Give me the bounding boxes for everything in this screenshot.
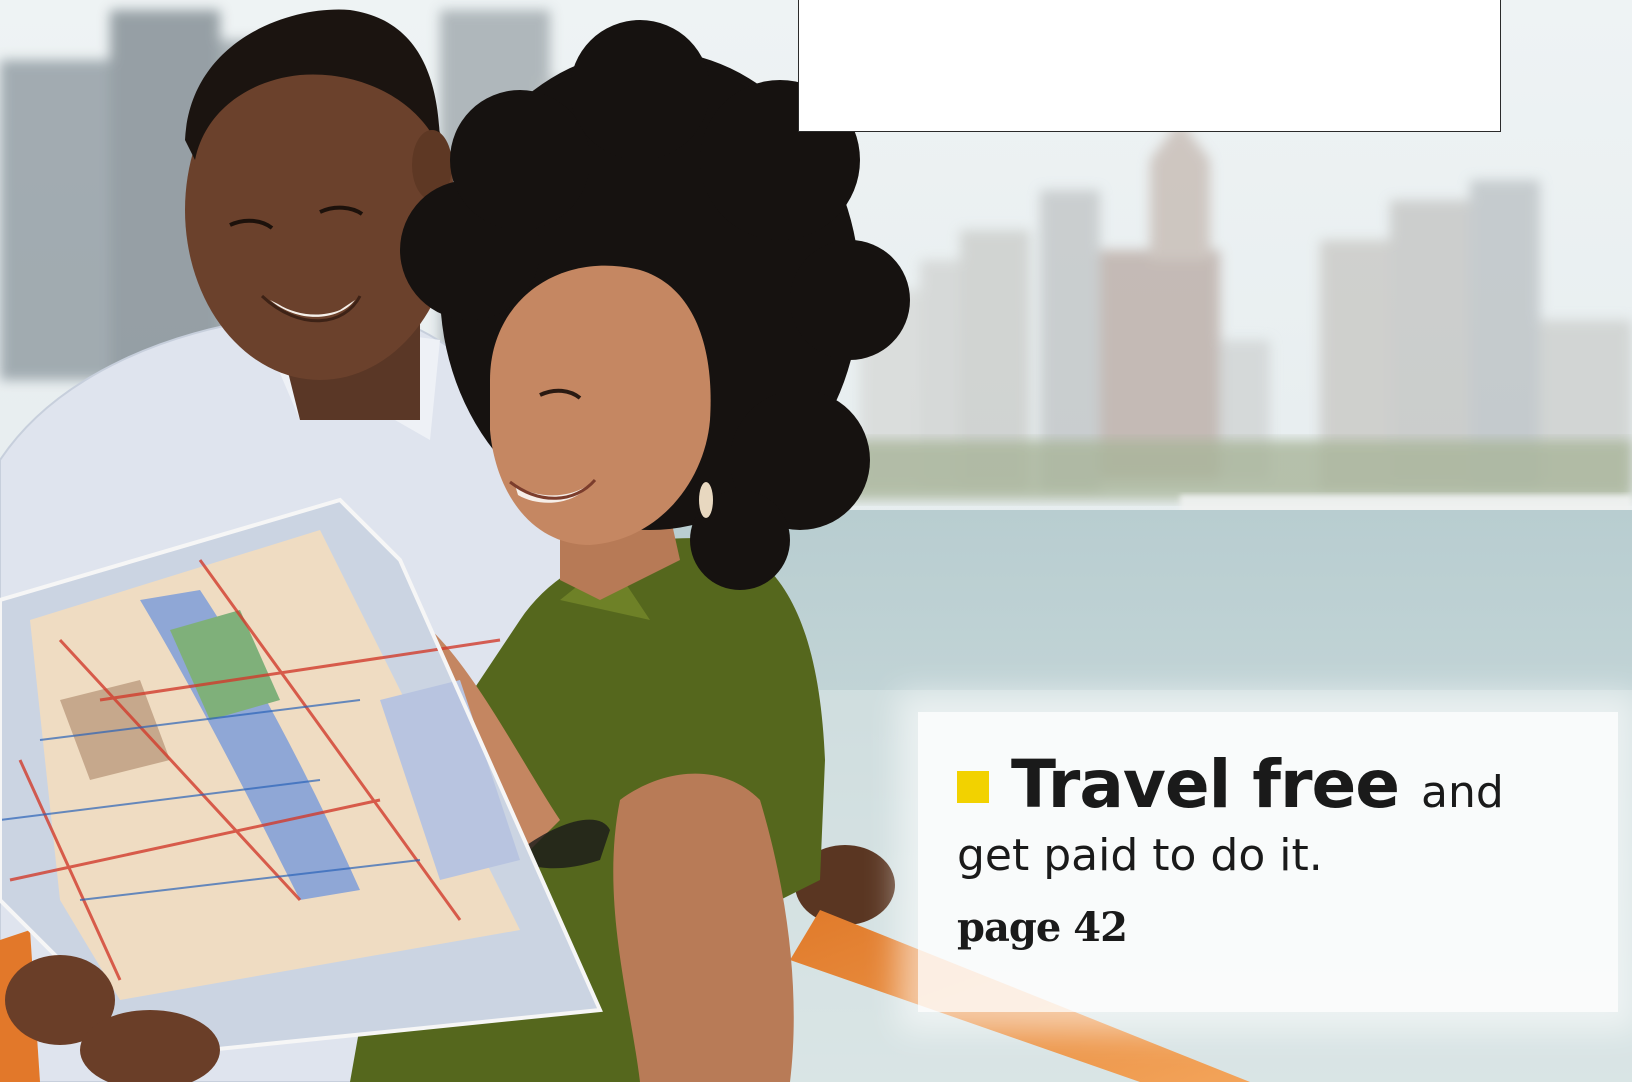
headline-bold-text: Travel free bbox=[1011, 746, 1400, 823]
page-reference-link[interactable]: page 42 bbox=[957, 904, 1597, 951]
blank-banner-box bbox=[798, 0, 1501, 132]
headline-second-line: get paid to do it. bbox=[957, 830, 1323, 881]
headline-first-line: Travel free and bbox=[957, 752, 1597, 818]
magazine-page: Travel free and get paid to do it. page … bbox=[0, 0, 1632, 1082]
yellow-square-bullet-icon bbox=[957, 771, 989, 803]
promo-teaser[interactable]: Travel free and get paid to do it. page … bbox=[957, 752, 1597, 951]
headline-connector-text: and bbox=[1421, 767, 1504, 818]
